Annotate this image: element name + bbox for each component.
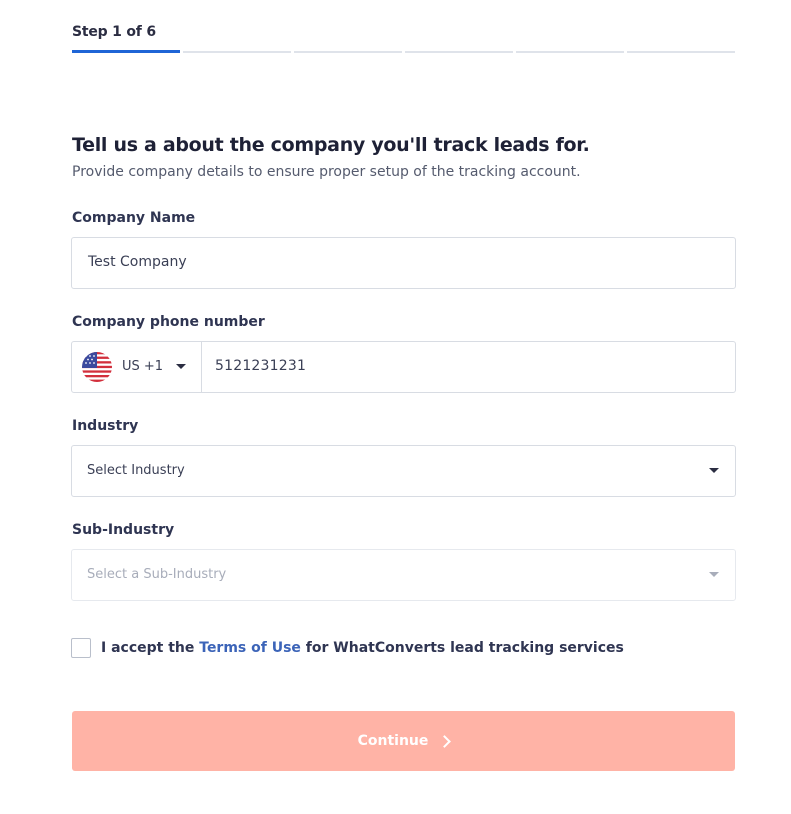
progress-segment-5 <box>516 51 624 53</box>
progress-segment-4 <box>405 51 513 53</box>
company-name-value: Test Company <box>88 254 187 270</box>
phone-input[interactable]: 5121231231 <box>215 358 306 374</box>
industry-select[interactable]: Select Industry <box>71 445 736 497</box>
sub-industry-select[interactable]: Select a Sub-Industry <box>71 549 736 601</box>
chevron-down-icon <box>709 572 719 577</box>
progress-segment-6 <box>627 51 735 53</box>
sub-industry-label: Sub-Industry <box>72 522 175 538</box>
industry-selected-value: Select Industry <box>87 463 185 478</box>
chevron-down-icon <box>176 364 186 369</box>
progress-segment-3 <box>294 51 402 53</box>
country-code-select[interactable]: US +1 <box>72 342 202 392</box>
terms-prefix: I accept the <box>101 640 200 656</box>
us-flag-icon <box>82 352 112 382</box>
progress-bar <box>72 50 735 54</box>
phone-label: Company phone number <box>72 314 265 330</box>
chevron-right-icon <box>438 735 452 748</box>
progress-segment-2 <box>183 51 291 53</box>
phone-field: US +1 5121231231 <box>71 341 736 393</box>
company-name-input[interactable]: Test Company <box>71 237 736 289</box>
company-name-label: Company Name <box>72 210 196 226</box>
country-code-value: US +1 <box>122 359 164 374</box>
continue-label: Continue <box>357 733 429 749</box>
chevron-down-icon <box>709 468 719 473</box>
industry-label: Industry <box>72 418 139 434</box>
continue-button[interactable]: Continue <box>72 711 735 771</box>
page-subtitle: Provide company details to ensure proper… <box>72 164 581 180</box>
sub-industry-selected-value: Select a Sub-Industry <box>87 567 227 582</box>
page-title: Tell us a about the company you'll track… <box>72 134 590 156</box>
progress-segment-1 <box>72 50 180 53</box>
step-indicator: Step 1 of 6 <box>72 24 156 40</box>
terms-text: I accept the Terms of Use for WhatConver… <box>101 640 624 656</box>
terms-checkbox[interactable] <box>71 638 91 658</box>
terms-row: I accept the Terms of Use for WhatConver… <box>71 638 624 658</box>
terms-of-use-link[interactable]: Terms of Use <box>199 640 301 656</box>
terms-suffix: for WhatConverts lead tracking services <box>300 640 624 656</box>
